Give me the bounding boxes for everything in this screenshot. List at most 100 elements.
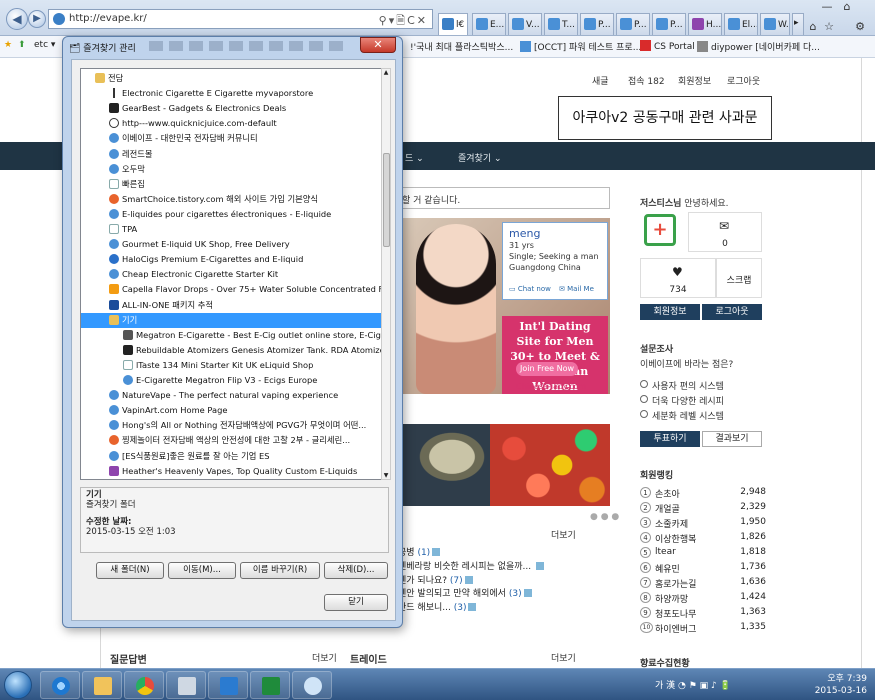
browser-tab[interactable]: W...	[760, 13, 790, 35]
slider-dots[interactable]: ● ● ●	[590, 512, 619, 522]
browser-tab[interactable]: P...	[652, 13, 686, 35]
tree-item[interactable]: E-Cigarette Megatron Flip V3 - Ecigs Eur…	[81, 373, 381, 388]
favorite-link[interactable]: diypower [네이버카페 다...	[697, 40, 820, 53]
dating-ad[interactable]: meng 31 yrs Single; Seeking a man Guangd…	[398, 218, 610, 394]
scroll-thumb[interactable]	[383, 153, 390, 247]
delete-button[interactable]: 삭제(D)...	[324, 562, 388, 579]
scroll-up-icon[interactable]: ▲	[382, 69, 390, 76]
tree-item[interactable]: TPA	[81, 222, 381, 237]
list-item[interactable]: 공병 (1)	[398, 545, 441, 558]
ad-join-button[interactable]: Join Free Now	[516, 362, 578, 376]
tree-item[interactable]: 찡제놀이터 전자담배 액상의 안전성에 대한 고찰 2부 - 글리세린...	[81, 433, 381, 448]
rank-row[interactable]: 5 ltear 1,818	[640, 546, 766, 561]
survey-radio-1[interactable]	[640, 380, 648, 388]
top-link-visitors[interactable]: 접속 182	[628, 74, 665, 87]
more-link-qa[interactable]: 더보기	[312, 651, 337, 664]
tree-item[interactable]: Cheap Electronic Cigarette Starter Kit	[81, 267, 381, 282]
move-button[interactable]: 이동(M)...	[168, 562, 236, 579]
browser-tab[interactable]: P...	[616, 13, 650, 35]
tree-folder[interactable]: 전담	[81, 71, 381, 86]
taskbar-chrome[interactable]	[124, 671, 164, 699]
favorites-folder-etc[interactable]: etc ▾	[34, 40, 55, 50]
notice-banner[interactable]: 아쿠아v2 공동구매 관련 사과문	[558, 96, 772, 140]
gear-icon[interactable]: ⚙	[852, 20, 868, 36]
favorite-link[interactable]: CS Portal	[640, 40, 695, 52]
rank-row[interactable]: 6 혜유민 1,736	[640, 561, 766, 576]
taskbar-app[interactable]	[208, 671, 248, 699]
system-tray[interactable]: 가 漢 ◔ ⚑ ▣ ♪ 🔋	[655, 678, 731, 691]
favorite-link[interactable]: !'국내 최대 플라스틱박스...	[410, 40, 513, 53]
tree-item[interactable]: http---www.quicknicjuice.com-default	[81, 116, 381, 131]
tree-item[interactable]: Hong's의 All or Nothing 전자담배액상에 PGVG가 무엇이…	[81, 418, 381, 433]
ad-profile-card[interactable]: meng 31 yrs Single; Seeking a man Guangd…	[502, 222, 608, 300]
favorite-link[interactable]: [OCCT] 파워 테스트 프로...	[520, 40, 641, 53]
minimize-button[interactable]: —	[818, 0, 836, 16]
tree-item[interactable]: Heather's Heavenly Vapes, Top Quality Cu…	[81, 464, 381, 479]
tree-item[interactable]: Rebuildable Atomizers Genesis Atomizer T…	[81, 343, 381, 358]
star-icon[interactable]: ☆	[822, 20, 836, 36]
more-link-trade[interactable]: 더보기	[551, 651, 576, 664]
list-item[interactable]: 텐안 발의되고 만약 해외에서 (3)	[398, 586, 532, 599]
tree-item[interactable]: SmartChoice.tistory.com 해외 사이트 가입 기본양식	[81, 192, 381, 207]
tree-item[interactable]: Electronic Cigarette E Cigarette myvapor…	[81, 86, 381, 101]
start-button-icon[interactable]	[4, 671, 32, 699]
tree-item[interactable]: 이베이프 - 대한민국 전자담배 커뮤니티	[81, 131, 381, 146]
member-info-button[interactable]: 회원정보	[640, 304, 700, 320]
tab-scroll-button[interactable]: ▸	[792, 13, 804, 35]
taskbar-excel[interactable]	[250, 671, 290, 699]
tree-item[interactable]: Capella Flavor Drops - Over 75+ Water So…	[81, 282, 381, 297]
favorites-tree[interactable]: 전담 Electronic Cigarette E Cigarette myvap…	[80, 68, 382, 480]
taskbar-calculator[interactable]	[166, 671, 206, 699]
home-icon[interactable]: ⌂	[838, 0, 856, 16]
home-page-icon[interactable]: ⌂	[806, 20, 820, 36]
browser-tab[interactable]: E...	[472, 13, 506, 35]
top-link-new[interactable]: 새글	[592, 74, 609, 87]
forward-button[interactable]: ▶	[28, 10, 46, 28]
nav-item[interactable]: 드 ⌄	[405, 151, 424, 164]
tree-scrollbar[interactable]: ▲ ▼	[381, 68, 391, 480]
clock[interactable]: 오후 7:39 2015-03-16	[815, 673, 867, 697]
mail-box[interactable]: ✉ 0	[688, 212, 762, 252]
browser-tab[interactable]: H...	[688, 13, 722, 35]
tree-item[interactable]: HaloCigs Premium E-Cigarettes and E-liqu…	[81, 252, 381, 267]
tree-item[interactable]: lTaste 134 Mini Starter Kit UK eLiquid S…	[81, 358, 381, 373]
results-button[interactable]: 결과보기	[702, 431, 762, 447]
rank-row[interactable]: 7 홈로가는길 1,636	[640, 576, 766, 591]
list-item[interactable]: 탄드 해보니... (3)	[398, 600, 477, 613]
logout-button[interactable]: 로그아웃	[702, 304, 762, 320]
tree-item[interactable]: Gourmet E-liquid UK Shop, Free Delivery	[81, 237, 381, 252]
rank-row[interactable]: 4 이상한행복 1,826	[640, 531, 766, 546]
rank-row[interactable]: 9 청포도나무 1,363	[640, 606, 766, 621]
rename-button[interactable]: 이름 바꾸기(R)	[240, 562, 320, 579]
survey-radio-3[interactable]	[640, 410, 648, 418]
browser-tab-active[interactable]: l€	[438, 13, 468, 35]
tree-folder[interactable]: 기기	[81, 312, 381, 328]
address-tools-icon[interactable]: ⚲▾🗎C✕	[379, 12, 428, 31]
list-item[interactable]: 렌가 되나요? (7)	[398, 573, 473, 586]
list-item[interactable]: 덴베라랑 비슷한 레시피는 없을까...	[398, 559, 544, 572]
tree-item[interactable]: 오두막	[81, 162, 381, 177]
vote-button[interactable]: 투표하기	[640, 431, 700, 447]
ad-mail-button[interactable]: ✉ Mail Me	[559, 285, 594, 293]
ad-chat-button[interactable]: ▭ Chat now	[509, 285, 551, 293]
browser-tab[interactable]: T...	[544, 13, 578, 35]
taskbar-snipping[interactable]	[292, 671, 332, 699]
more-link-posts[interactable]: 더보기	[551, 528, 576, 541]
scroll-down-icon[interactable]: ▼	[382, 472, 390, 479]
likes-box[interactable]: ♥ 734	[640, 258, 716, 298]
gallery-photo-fruit[interactable]	[490, 424, 610, 506]
back-button[interactable]: ◀	[6, 8, 28, 30]
tree-item[interactable]: NatureVape - The perfect natural vaping …	[81, 388, 381, 403]
rank-row[interactable]: 10 하이엔버그 1,335	[640, 621, 766, 636]
add-favorite-icon[interactable]: ⬆	[18, 40, 26, 50]
rank-row[interactable]: 1 손초아 2,948	[640, 486, 766, 501]
tree-item[interactable]: 레전드몰	[81, 147, 381, 162]
rank-row[interactable]: 3 소줄카제 1,950	[640, 516, 766, 531]
taskbar-explorer[interactable]	[82, 671, 122, 699]
browser-tab[interactable]: V...	[508, 13, 542, 35]
browser-tab[interactable]: P...	[580, 13, 614, 35]
tree-item[interactable]: E-liquides pour cigarettes électroniques…	[81, 207, 381, 222]
close-button[interactable]: 닫기	[324, 594, 388, 611]
tree-item[interactable]: VapinArt.com Home Page	[81, 403, 381, 418]
tree-item[interactable]: GearBest - Gadgets & Electronics Deals	[81, 101, 381, 116]
